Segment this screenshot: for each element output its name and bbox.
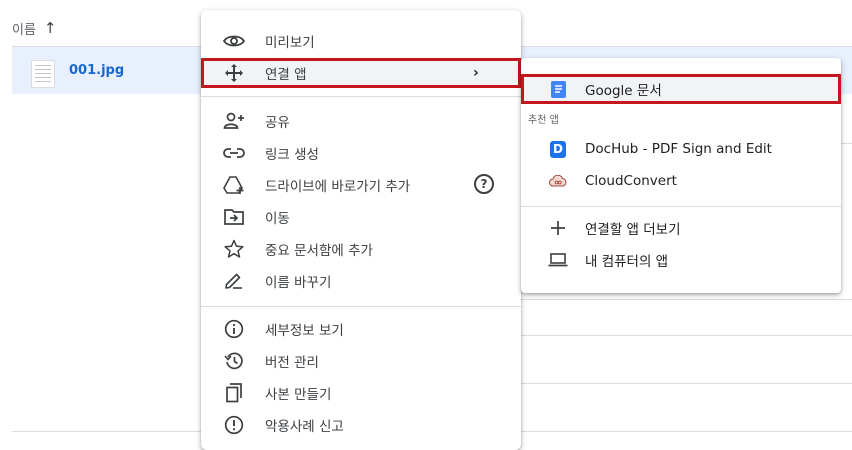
row-divider [521, 383, 852, 384]
menu-item-report-abuse[interactable]: 악용사례 신고 [201, 410, 521, 440]
eye-icon [223, 31, 245, 51]
move-folder-icon [223, 207, 245, 227]
menu-item-versions[interactable]: 버전 관리 [201, 346, 521, 376]
link-icon [223, 143, 245, 163]
menu-item-get-link[interactable]: 링크 생성 [201, 138, 521, 168]
sort-arrow-icon[interactable]: ↑ [44, 19, 57, 37]
add-person-icon [223, 111, 245, 131]
drive-shortcut-icon [223, 175, 245, 195]
submenu-item-google-docs[interactable]: Google 문서 [521, 74, 841, 104]
menu-item-move[interactable]: 이동 [201, 202, 521, 232]
google-docs-icon [547, 79, 569, 99]
history-icon [223, 351, 245, 371]
menu-item-open-with[interactable]: 연결 앱 › [201, 58, 521, 88]
submenu-divider [521, 206, 841, 207]
plus-icon [547, 218, 569, 238]
menu-item-label: 이름 바꾸기 [265, 275, 332, 291]
menu-item-add-starred[interactable]: 중요 문서함에 추가 [201, 234, 521, 264]
name-column-header[interactable]: 이름 ↑ [12, 14, 57, 42]
dochub-badge: D [550, 140, 566, 158]
image-thumbnail-icon [31, 60, 55, 88]
submenu-item-label: 연결할 앱 더보기 [585, 222, 681, 238]
info-icon [223, 319, 245, 339]
menu-item-details[interactable]: 세부정보 보기 [201, 314, 521, 344]
menu-item-make-copy[interactable]: 사본 만들기 [201, 378, 521, 408]
row-divider [521, 299, 852, 300]
menu-divider [201, 96, 521, 97]
menu-item-label: 중요 문서함에 추가 [265, 243, 373, 259]
chevron-right-icon: › [473, 65, 479, 81]
menu-item-label: 드라이브에 바로가기 추가 [265, 179, 411, 195]
menu-item-label: 링크 생성 [265, 147, 319, 163]
menu-item-label: 버전 관리 [265, 355, 319, 371]
copy-icon [223, 383, 245, 403]
menu-item-rename[interactable]: 이름 바꾸기 [201, 266, 521, 296]
file-name: 001.jpg [69, 63, 125, 78]
submenu-item-label: CloudConvert [585, 173, 677, 189]
submenu-item-more-apps[interactable]: 연결할 앱 더보기 [521, 213, 841, 243]
pencil-icon [223, 271, 245, 291]
cloudconvert-icon [547, 171, 569, 191]
name-column-label: 이름 [12, 22, 36, 38]
menu-item-label: 미리보기 [265, 35, 315, 51]
menu-item-label: 악용사례 신고 [265, 419, 344, 435]
help-icon[interactable]: ? [474, 174, 494, 194]
menu-item-share[interactable]: 공유 [201, 106, 521, 136]
submenu-item-label: DocHub - PDF Sign and Edit [585, 141, 772, 157]
menu-item-label: 이동 [265, 211, 290, 227]
menu-item-add-shortcut[interactable]: 드라이브에 바로가기 추가 ? [201, 170, 521, 200]
menu-divider [201, 306, 521, 307]
submenu-item-dochub[interactable]: D DocHub - PDF Sign and Edit [521, 134, 841, 164]
submenu-item-label: 내 컴퓨터의 앱 [585, 254, 669, 270]
star-icon [223, 239, 245, 259]
move-arrows-icon [223, 63, 245, 83]
menu-item-label: 사본 만들기 [265, 387, 332, 403]
row-divider [521, 335, 852, 336]
suggested-apps-heading: 추천 앱 [528, 115, 559, 126]
submenu-item-label: Google 문서 [585, 83, 662, 99]
open-with-submenu: Google 문서 추천 앱 D DocHub - PDF Sign and E… [521, 58, 841, 293]
report-icon [223, 415, 245, 435]
context-menu: 미리보기 연결 앱 › 공유 링크 생성 드라이브에 바로가기 추가 ? 이동 [201, 10, 521, 450]
menu-item-preview[interactable]: 미리보기 [201, 26, 521, 56]
menu-item-label: 세부정보 보기 [265, 323, 344, 339]
menu-item-label: 연결 앱 [265, 67, 307, 83]
laptop-icon [547, 250, 569, 270]
menu-item-label: 공유 [265, 115, 290, 131]
submenu-item-computer-apps[interactable]: 내 컴퓨터의 앱 [521, 245, 841, 275]
dochub-icon: D [547, 139, 569, 159]
submenu-item-cloudconvert[interactable]: CloudConvert [521, 166, 841, 196]
